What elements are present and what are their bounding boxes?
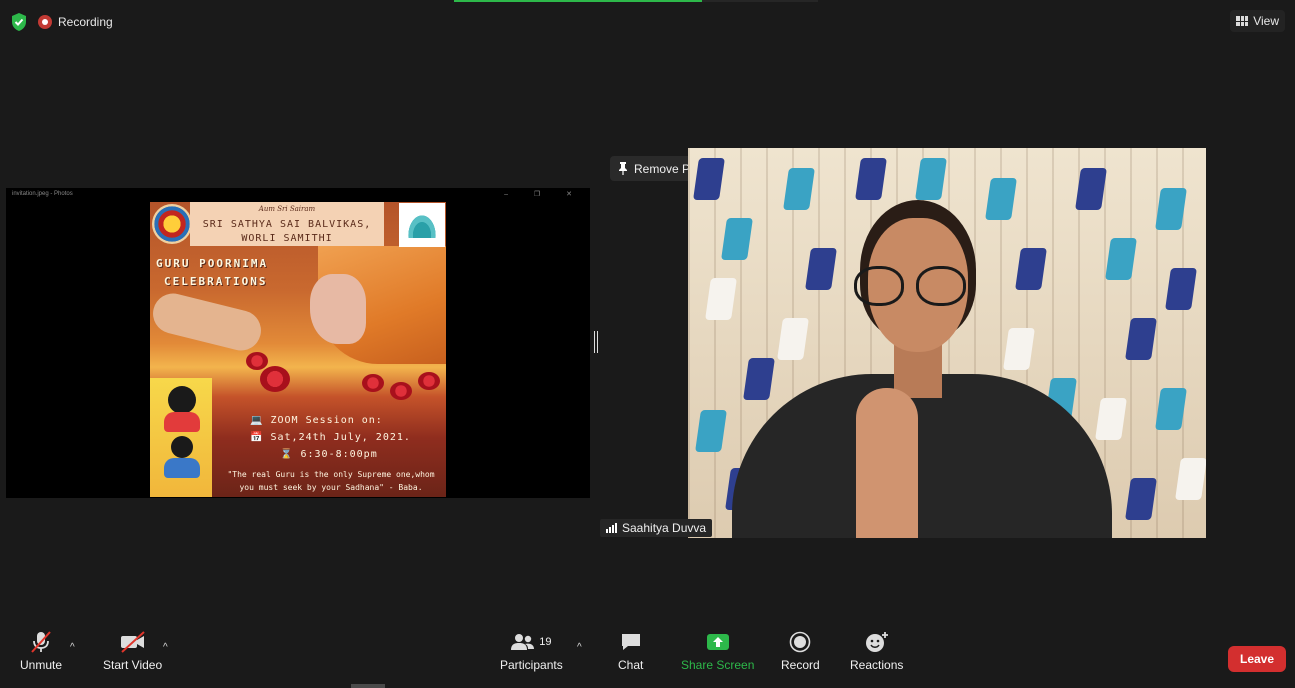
emoji-reaction-icon (865, 630, 889, 654)
chat-label: Chat (618, 658, 644, 672)
view-label: View (1253, 14, 1279, 28)
meeting-toolbar: Unmute ^ Start Video ^ 19 Participants ^ (0, 630, 1295, 688)
poster-date: 📅 Sat,24th July, 2021. (250, 432, 411, 443)
share-screen-label: Share Screen (681, 658, 755, 672)
participant-name-tag: Saahitya Duvva (600, 519, 713, 537)
muted-microphone-icon (28, 630, 54, 654)
lotus-logo-icon (399, 203, 445, 247)
rose-icon (418, 372, 440, 390)
signal-strength-icon (606, 523, 617, 533)
participants-label: Participants (500, 658, 563, 672)
participants-options-caret[interactable]: ^ (577, 642, 582, 653)
share-screen-icon (706, 630, 730, 654)
shared-window-title: invitation.jpeg - Photos (12, 191, 73, 197)
security-shield-icon[interactable] (10, 12, 28, 32)
chat-icon (620, 630, 642, 654)
rose-icon (390, 382, 412, 400)
top-progress-fill (454, 0, 702, 2)
invitation-poster: Aum Sri Sairam SRI SATHYA SAI BALVIKAS, … (150, 202, 446, 497)
rose-icon (260, 366, 290, 392)
participants-icon: 19 (511, 630, 551, 654)
participants-button[interactable]: 19 Participants (500, 630, 563, 672)
poster-hand-illustration (150, 289, 266, 355)
bottom-handle[interactable] (351, 684, 385, 688)
record-icon (789, 630, 811, 654)
poster-children-illustration (150, 378, 212, 497)
recording-indicator[interactable]: Recording (38, 12, 113, 32)
video-off-icon (119, 630, 147, 654)
poster-event-line2: CELEBRATIONS (164, 275, 268, 288)
poster-org-line2: WORLI SAMITHI (241, 233, 333, 244)
folded-hands (856, 388, 918, 538)
record-button[interactable]: Record (781, 630, 820, 672)
poster-session: 💻 ZOOM Session on: (250, 415, 383, 426)
record-dot-icon (38, 15, 52, 29)
poster-foot-illustration (310, 274, 366, 344)
recording-label: Recording (58, 15, 113, 29)
start-video-label: Start Video (103, 658, 163, 672)
audio-options-caret[interactable]: ^ (70, 642, 75, 653)
rose-icon (246, 352, 268, 370)
glasses-icon (852, 266, 974, 310)
poster-top-line: Aum Sri Sairam (258, 205, 316, 213)
shared-window-controls: – ❐ ✕ (504, 191, 584, 198)
participant-video[interactable] (688, 148, 1206, 538)
start-video-button[interactable]: Start Video (103, 630, 162, 672)
balvikas-emblem-icon (152, 204, 192, 244)
top-progress-bar (454, 0, 818, 2)
leave-button[interactable]: Leave (1228, 646, 1286, 672)
poster-time: ⌛ 6:30-8:00pm (280, 449, 378, 460)
unmute-label: Unmute (20, 658, 63, 672)
pin-icon (619, 162, 627, 175)
participant-name: Saahitya Duvva (622, 521, 707, 535)
poster-org-line1: SRI SATHYA SAI BALVIKAS, (202, 219, 372, 230)
participants-count: 19 (539, 636, 552, 648)
reactions-label: Reactions (850, 658, 904, 672)
split-resize-handle[interactable] (594, 331, 598, 353)
poster-event-line1: GURU POORNIMA (156, 257, 269, 270)
reactions-button[interactable]: Reactions (850, 630, 903, 672)
poster-quote: "The real Guru is the only Supreme one,w… (227, 470, 435, 492)
grid-view-icon (1236, 16, 1249, 26)
view-button[interactable]: View (1230, 10, 1285, 32)
chat-button[interactable]: Chat (618, 630, 643, 672)
rose-icon (362, 374, 384, 392)
share-screen-button[interactable]: Share Screen (681, 630, 754, 672)
record-label: Record (781, 658, 820, 672)
shared-screen-window[interactable]: invitation.jpeg - Photos – ❐ ✕ Aum Sri S… (6, 188, 590, 498)
unmute-button[interactable]: Unmute (20, 630, 62, 672)
video-options-caret[interactable]: ^ (163, 642, 168, 653)
poster-header-banner: Aum Sri Sairam SRI SATHYA SAI BALVIKAS, … (190, 202, 384, 246)
